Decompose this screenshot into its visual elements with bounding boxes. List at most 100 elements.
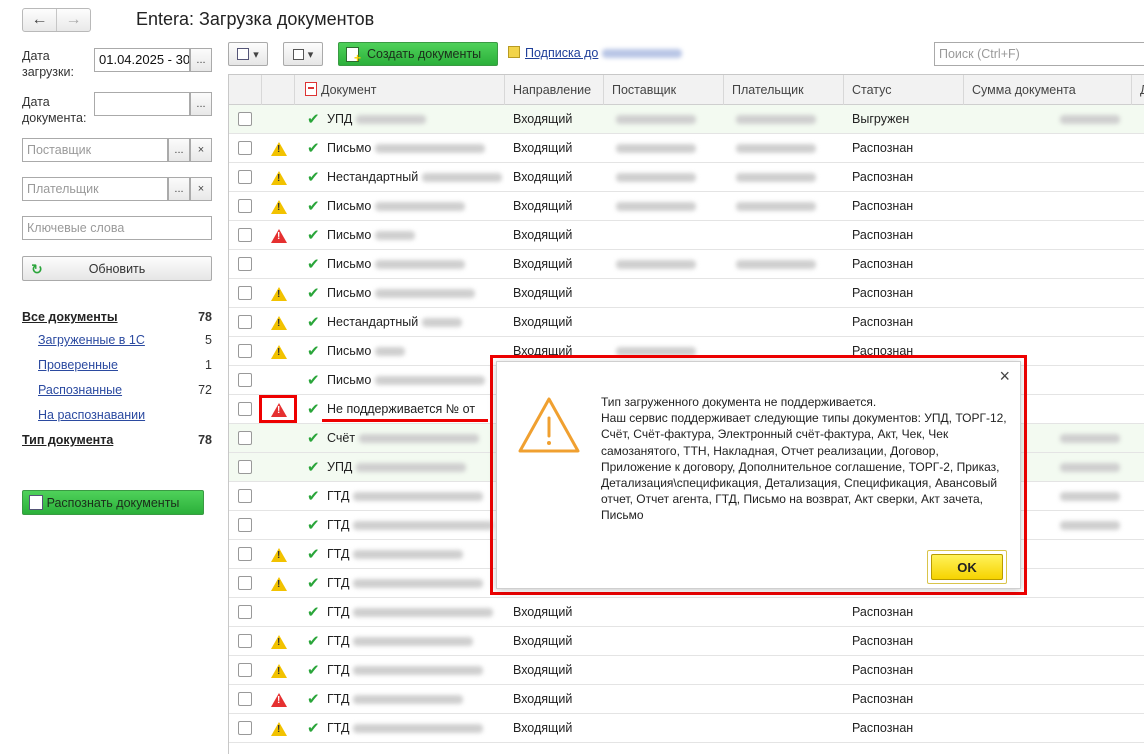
refresh-icon: ↻ [31,261,43,277]
warning-icon [271,577,287,591]
row-checkbox[interactable] [238,315,252,329]
warning-icon [271,635,287,649]
nav-recognizing[interactable]: На распознавании [38,408,145,422]
table-row[interactable]: ✔ Письмо Входящий Распознан [229,279,1144,308]
table-row[interactable]: ✔ ГТД Входящий Распознан [229,685,1144,714]
error-icon-highlight [259,395,297,423]
row-checkbox[interactable] [238,286,252,300]
row-checkbox[interactable] [238,402,252,416]
row-checkbox[interactable] [238,576,252,590]
header-document[interactable]: Документ [295,75,505,105]
keywords-input[interactable]: Ключевые слова [22,216,212,240]
copy-dropdown-button[interactable]: ▾ [283,42,323,66]
header-sum[interactable]: Сумма документа [964,75,1132,105]
row-direction: Входящий [513,286,573,300]
supplier-input[interactable]: Поставщик [22,138,168,162]
table-row[interactable]: ✔ Письмо Входящий Распознан [229,221,1144,250]
payer-clear-button[interactable]: × [190,177,212,201]
header-direction[interactable]: Направление [505,75,604,105]
nav-checked[interactable]: Проверенные [38,358,118,372]
row-checkbox[interactable] [238,373,252,387]
row-status: Распознан [852,228,914,242]
row-document: ГТД [319,569,505,598]
row-checkbox[interactable] [238,721,252,735]
row-checkbox[interactable] [238,692,252,706]
row-checkbox[interactable] [238,228,252,242]
header-extra[interactable]: Д [1132,75,1144,105]
row-checkbox[interactable] [238,663,252,677]
doc-date-input[interactable] [94,92,190,116]
table-row[interactable]: ✔ Нестандартный Входящий Распознан [229,163,1144,192]
redacted-text [353,608,494,618]
table-row[interactable]: ✔ Письмо Входящий Распознан [229,134,1144,163]
header-supplier[interactable]: Поставщик [604,75,724,105]
subscription-link[interactable]: Подписка до [508,46,683,60]
payer-input[interactable]: Плательщик [22,177,168,201]
close-icon[interactable]: × [999,366,1010,387]
nav-loaded-1c[interactable]: Загруженные в 1С [38,333,145,347]
row-supplier [604,163,724,192]
row-checkbox[interactable] [238,344,252,358]
row-document-label: Письмо [327,257,372,271]
row-checkbox[interactable] [238,112,252,126]
doc-date-picker-button[interactable]: ... [190,92,212,116]
row-payer [724,250,844,279]
supplier-select-button[interactable]: ... [168,138,190,162]
filter-panel: Дата загрузки: 01.04.2025 - 30 ... Дата … [0,40,216,754]
redacted-text [616,260,696,270]
header-payer[interactable]: Плательщик [724,75,844,105]
create-documents-button[interactable]: Создать документы [338,42,498,66]
row-checkbox[interactable] [238,489,252,503]
ok-button[interactable]: OK [931,554,1003,580]
redacted-text [736,202,816,212]
row-document: ГТД [319,511,505,540]
table-row[interactable]: ✔ ГТД Входящий Распознан [229,627,1144,656]
row-checkbox[interactable] [238,605,252,619]
redacted-text [353,521,494,531]
redacted-text [422,318,463,328]
forward-arrow-icon[interactable]: → [56,9,90,31]
upload-date-input[interactable]: 01.04.2025 - 30 [94,48,190,72]
recognize-documents-button[interactable]: Распознать документы [22,490,204,515]
table-row[interactable]: ✔ Нестандартный Входящий Распознан [229,308,1144,337]
row-status: Распознан [852,170,914,184]
payer-select-button[interactable]: ... [168,177,190,201]
table-row[interactable]: ✔ Письмо Входящий Распознан [229,192,1144,221]
redacted-text [375,289,476,299]
table-row[interactable]: ✔ ГТД Входящий Распознан [229,656,1144,685]
mark-dropdown-button[interactable]: ▾ [228,42,268,66]
warning-icon [518,397,580,453]
upload-date-picker-button[interactable]: ... [190,48,212,72]
row-checkbox[interactable] [238,431,252,445]
row-checkbox[interactable] [238,170,252,184]
row-document: Нестандартный [319,163,505,192]
table-row[interactable]: ✔ ГТД Входящий Распознан [229,714,1144,743]
recognize-label: Распознать документы [46,495,180,510]
checkmark-icon: ✔ [307,691,320,708]
redacted-text [356,115,427,125]
row-supplier [604,221,724,250]
row-document: Письмо [319,250,505,279]
row-checkbox[interactable] [238,547,252,561]
back-arrow-icon[interactable]: ← [23,9,56,31]
row-checkbox[interactable] [238,460,252,474]
row-checkbox[interactable] [238,634,252,648]
header-status[interactable]: Статус [844,75,964,105]
row-document-label: Письмо [327,199,372,213]
redacted-text [736,260,816,270]
row-checkbox[interactable] [238,257,252,271]
row-checkbox[interactable] [238,141,252,155]
nav-doc-type[interactable]: Тип документа [22,433,113,447]
table-row[interactable]: ✔ УПД Входящий Выгружен [229,105,1144,134]
redacted-text [353,666,484,676]
nav-all-documents[interactable]: Все документы [22,310,118,324]
row-checkbox[interactable] [238,199,252,213]
refresh-button[interactable]: ↻ Обновить [22,256,212,281]
row-checkbox[interactable] [238,518,252,532]
history-nav: ← → [22,8,91,32]
table-row[interactable]: ✔ ГТД Входящий Распознан [229,598,1144,627]
search-input[interactable]: Поиск (Ctrl+F) [934,42,1144,66]
supplier-clear-button[interactable]: × [190,138,212,162]
table-row[interactable]: ✔ Письмо Входящий Распознан [229,250,1144,279]
nav-recognized[interactable]: Распознанные [38,383,122,397]
